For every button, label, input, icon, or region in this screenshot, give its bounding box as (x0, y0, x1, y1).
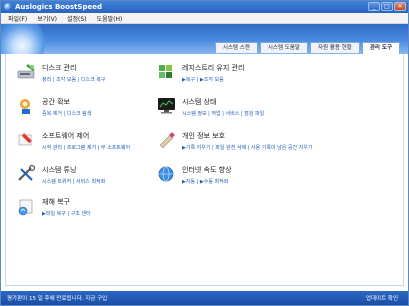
tool-software-control[interactable]: 소프트웨어 제어 시작 관리 | 프로그램 제거 | 무 소프트웨어 (16, 130, 130, 151)
close-button[interactable]: ✕ (394, 2, 406, 11)
app-window: Auslogics BoostSpeed _ □ ✕ 파일(F) 보기(V) 설… (0, 0, 409, 306)
check-updates-link[interactable]: 업데이트 확인 (366, 294, 398, 302)
disk-cleanup-icon (16, 62, 38, 82)
tab-resource-usage[interactable]: 자원 활용 현황 (309, 42, 360, 53)
tool-privacy-protection[interactable]: 개인 정보 보호 ▶기록 지우기 | 파일 완전 삭제 | 사용 기록이 남은 … (156, 130, 313, 151)
tool-disaster-recovery[interactable]: 재해 복구 ▶파일 복구 | 구조 센터 (16, 196, 91, 217)
tool-title: 재해 복구 (42, 198, 70, 206)
tool-links[interactable]: ▶자동 | ▶수동 최적화 (182, 178, 232, 185)
internet-icon (156, 164, 178, 184)
tool-disk-management[interactable]: 디스크 관리 정리 | 조각 모음 | 디스크 복구 (16, 62, 106, 83)
tool-system-status[interactable]: 시스템 상태 시스템 정보 | 작업 | 서비스 | 점검 파일 (156, 96, 264, 117)
trial-status-text[interactable]: 평가판이 15 일 후에 만료됩니다. 지금 구입 (7, 294, 107, 302)
tool-links[interactable]: 시스템 정보 | 작업 | 서비스 | 점검 파일 (182, 110, 264, 117)
tools-panel: 디스크 관리 정리 | 조각 모음 | 디스크 복구 레지스트리 유지 관리 ▶… (5, 54, 404, 286)
software-icon (16, 130, 38, 150)
minimize-button[interactable]: _ (368, 2, 380, 11)
maximize-button[interactable]: □ (381, 2, 393, 11)
status-bar: 평가판이 15 일 후에 만료됩니다. 지금 구입 업데이트 확인 (1, 291, 408, 305)
tool-links[interactable]: ▶파일 복구 | 구조 센터 (42, 210, 91, 217)
menu-settings[interactable]: 설정(S) (62, 14, 92, 23)
tool-title: 시스템 튜닝 (42, 166, 77, 174)
tool-title: 디스크 관리 (42, 64, 77, 72)
app-logo-icon (4, 3, 12, 11)
title-bar[interactable]: Auslogics BoostSpeed _ □ ✕ (1, 1, 408, 13)
tool-title: 공간 확보 (42, 98, 70, 106)
privacy-icon (156, 130, 178, 150)
tab-system-advisor[interactable]: 시스템 도움말 (259, 42, 308, 53)
tool-registry-maintenance[interactable]: 레지스트리 유지 관리 ▶복구 | ▶조각 모음 (156, 62, 244, 83)
tab-bar: 시스템 스캔 시스템 도움말 자원 활용 현황 관리 도구 (214, 42, 400, 54)
registry-icon (156, 62, 178, 82)
tool-system-tuning[interactable]: 시스템 튜닝 시스템 트위커 | 서비스 최적화 (16, 164, 105, 185)
header-banner: 시스템 스캔 시스템 도움말 자원 활용 현황 관리 도구 (1, 24, 408, 54)
tool-title: 레지스트리 유지 관리 (182, 64, 245, 72)
window-title: Auslogics BoostSpeed (15, 3, 102, 11)
menu-view[interactable]: 보기(V) (32, 14, 62, 23)
tool-title: 인터넷 속도 향상 (182, 166, 232, 174)
tab-management-tools[interactable]: 관리 도구 (361, 42, 400, 54)
globe-logo-icon (1, 24, 45, 54)
menu-help[interactable]: 도움말(H) (92, 14, 128, 23)
tab-system-scan[interactable]: 시스템 스캔 (214, 42, 258, 53)
tool-internet-speed[interactable]: 인터넷 속도 향상 ▶자동 | ▶수동 최적화 (156, 164, 232, 185)
tool-links[interactable]: 시작 관리 | 프로그램 제거 | 무 소프트웨어 (42, 144, 130, 151)
tool-links[interactable]: ▶기록 지우기 | 파일 완전 삭제 | 사용 기록이 남은 공간 지우기 (182, 144, 313, 151)
menu-bar: 파일(F) 보기(V) 설정(S) 도움말(H) (1, 13, 408, 24)
space-icon (16, 96, 38, 116)
tool-links[interactable]: 중복 제거 | 디스크 탐색 (42, 110, 91, 117)
tool-title: 시스템 상태 (182, 98, 217, 106)
tuning-icon (16, 164, 38, 184)
tool-title: 소프트웨어 제어 (42, 132, 90, 140)
recovery-icon (16, 196, 38, 216)
tool-links[interactable]: 시스템 트위커 | 서비스 최적화 (42, 178, 105, 185)
window-controls: _ □ ✕ (368, 2, 406, 11)
tool-links[interactable]: 정리 | 조각 모음 | 디스크 복구 (42, 76, 106, 83)
monitor-icon (156, 96, 178, 116)
tool-links[interactable]: ▶복구 | ▶조각 모음 (182, 76, 244, 83)
tool-title: 개인 정보 보호 (182, 132, 226, 140)
tool-free-space[interactable]: 공간 확보 중복 제거 | 디스크 탐색 (16, 96, 91, 117)
menu-file[interactable]: 파일(F) (3, 14, 32, 23)
